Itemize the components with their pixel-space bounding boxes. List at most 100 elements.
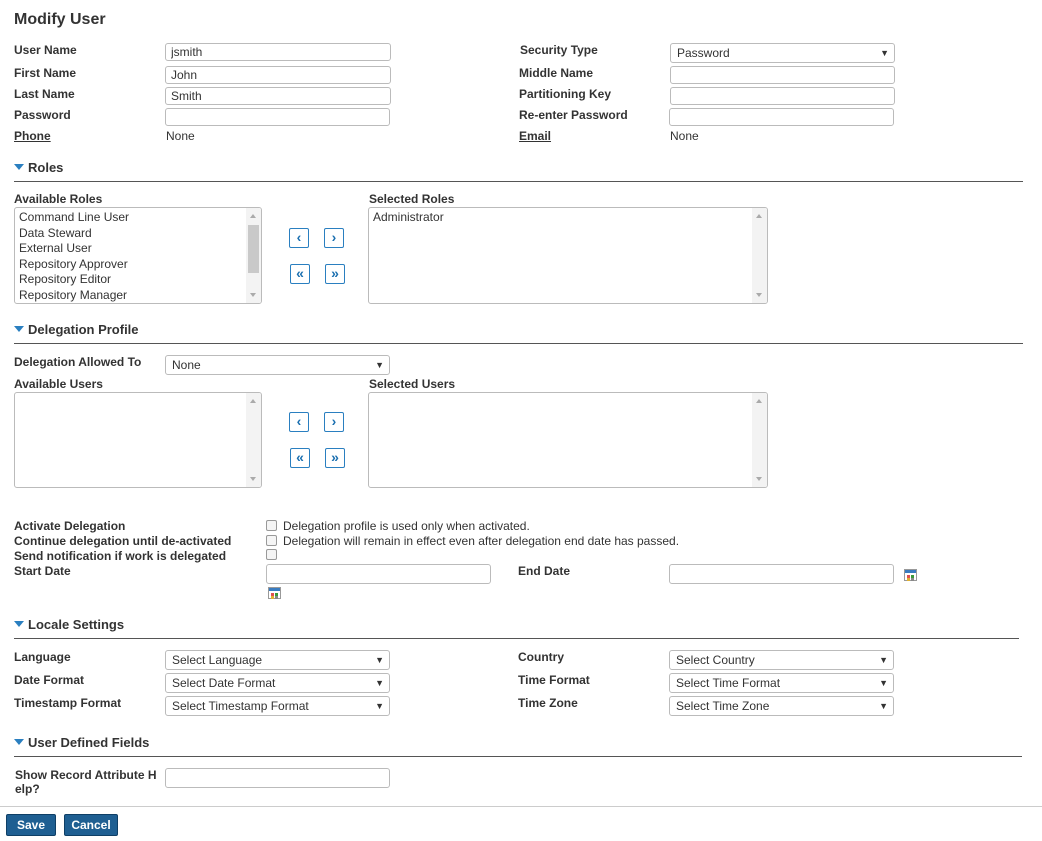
action-footer: Save Cancel	[0, 806, 1042, 841]
move-all-roles-left-button[interactable]: «	[290, 264, 310, 284]
date-format-value: Select Date Format	[172, 676, 276, 690]
dropdown-arrow-icon: ▼	[375, 701, 384, 711]
time-format-select[interactable]: Select Time Format ▼	[669, 673, 894, 693]
move-user-left-button[interactable]: ‹	[289, 412, 309, 432]
start-date-input[interactable]	[266, 564, 491, 584]
calendar-icon[interactable]	[904, 569, 917, 581]
roles-section-header[interactable]: Roles	[14, 160, 63, 175]
time-format-label: Time Format	[518, 673, 590, 687]
delegation-allowed-to-select[interactable]: None ▼	[165, 355, 390, 375]
security-type-select[interactable]: Password ▼	[670, 43, 895, 63]
available-users-list[interactable]	[14, 392, 262, 488]
timestamp-format-select[interactable]: Select Timestamp Format ▼	[165, 696, 390, 716]
list-item[interactable]: Repository Approver	[15, 257, 261, 273]
chevron-left-icon: ‹	[296, 413, 302, 429]
locale-section-title: Locale Settings	[28, 617, 125, 632]
locale-section-header[interactable]: Locale Settings	[14, 617, 124, 632]
move-user-right-button[interactable]: ›	[324, 412, 344, 432]
list-item[interactable]: Administrator	[369, 210, 767, 226]
dropdown-arrow-icon: ▼	[375, 678, 384, 688]
show-record-attribute-help-input[interactable]	[165, 768, 390, 788]
list-item[interactable]: External User	[15, 241, 261, 257]
udf-section-title: User Defined Fields	[28, 735, 150, 750]
activate-delegation-checkbox[interactable]	[266, 520, 277, 531]
scrollbar[interactable]	[246, 208, 261, 303]
selected-users-list[interactable]	[368, 392, 768, 488]
double-chevron-right-icon: »	[331, 449, 339, 465]
selected-users-label: Selected Users	[369, 377, 456, 391]
calendar-icon[interactable]	[268, 587, 281, 599]
list-item[interactable]: Command Line User	[15, 210, 261, 226]
available-roles-list[interactable]: Command Line User Data Steward External Us…	[14, 207, 262, 304]
dropdown-arrow-icon: ▼	[879, 678, 888, 688]
cancel-button[interactable]: Cancel	[64, 814, 118, 836]
page-title: Modify User	[14, 11, 106, 28]
section-divider	[14, 181, 1023, 182]
chevron-right-icon: ›	[331, 413, 337, 429]
scroll-up-icon	[250, 399, 256, 403]
country-select[interactable]: Select Country ▼	[669, 650, 894, 670]
last-name-input[interactable]	[165, 87, 391, 105]
user-name-input[interactable]	[165, 43, 391, 61]
date-format-select[interactable]: Select Date Format ▼	[165, 673, 390, 693]
double-chevron-right-icon: »	[331, 265, 339, 281]
send-notification-checkbox[interactable]	[266, 549, 277, 560]
list-item[interactable]: Repository Editor	[15, 272, 261, 288]
time-zone-select[interactable]: Select Time Zone ▼	[669, 696, 894, 716]
continue-delegation-label: Continue delegation until de-activated	[14, 534, 232, 548]
show-record-attribute-help-label: Show Record Attribute H elp?	[15, 768, 157, 796]
phone-value: None	[166, 129, 195, 143]
security-type-label: Security Type	[520, 43, 598, 57]
activate-delegation-desc: Delegation profile is used only when act…	[283, 519, 530, 533]
udf-section-header[interactable]: User Defined Fields	[14, 735, 149, 750]
scroll-up-icon	[250, 214, 256, 218]
section-divider	[14, 756, 1022, 757]
scrollbar[interactable]	[246, 393, 261, 487]
double-chevron-left-icon: «	[296, 449, 304, 465]
dropdown-arrow-icon: ▼	[879, 701, 888, 711]
chevron-right-icon: ›	[331, 229, 337, 245]
middle-name-input[interactable]	[670, 66, 895, 84]
partitioning-key-input[interactable]	[670, 87, 895, 105]
activate-delegation-label: Activate Delegation	[14, 519, 126, 533]
scroll-thumb[interactable]	[248, 225, 259, 273]
collapse-triangle-icon	[14, 739, 24, 745]
dropdown-arrow-icon: ▼	[879, 655, 888, 665]
partitioning-key-label: Partitioning Key	[519, 87, 612, 101]
list-item[interactable]: Data Steward	[15, 226, 261, 242]
show-help-label-line2: elp?	[15, 782, 40, 796]
collapse-triangle-icon	[14, 326, 24, 332]
move-all-users-left-button[interactable]: «	[290, 448, 310, 468]
email-link[interactable]: Email	[519, 129, 551, 143]
show-help-label-line1: Show Record Attribute H	[15, 768, 157, 782]
move-all-users-right-button[interactable]: »	[325, 448, 345, 468]
phone-link[interactable]: Phone	[14, 129, 51, 143]
section-divider	[14, 638, 1019, 639]
language-label: Language	[14, 650, 71, 664]
first-name-input[interactable]	[165, 66, 391, 84]
first-name-label: First Name	[14, 66, 77, 80]
double-chevron-left-icon: «	[296, 265, 304, 281]
scrollbar[interactable]	[752, 208, 767, 303]
roles-section-title: Roles	[28, 160, 64, 175]
time-zone-label: Time Zone	[518, 696, 578, 710]
end-date-input[interactable]	[669, 564, 894, 584]
move-role-left-button[interactable]: ‹	[289, 228, 309, 248]
language-select[interactable]: Select Language ▼	[165, 650, 390, 670]
section-divider	[14, 343, 1023, 344]
dropdown-arrow-icon: ▼	[880, 48, 889, 58]
continue-delegation-checkbox[interactable]	[266, 535, 277, 546]
move-role-right-button[interactable]: ›	[324, 228, 344, 248]
scroll-down-icon	[250, 477, 256, 481]
date-format-label: Date Format	[14, 673, 85, 687]
move-all-roles-right-button[interactable]: »	[325, 264, 345, 284]
reenter-password-input[interactable]	[669, 108, 894, 126]
delegation-section-header[interactable]: Delegation Profile	[14, 322, 139, 337]
list-item[interactable]: Repository Manager	[15, 288, 261, 304]
password-input[interactable]	[165, 108, 390, 126]
save-button[interactable]: Save	[6, 814, 56, 836]
scrollbar[interactable]	[752, 393, 767, 487]
user-name-label: User Name	[14, 43, 77, 57]
dropdown-arrow-icon: ▼	[375, 360, 384, 370]
selected-roles-list[interactable]: Administrator	[368, 207, 768, 304]
